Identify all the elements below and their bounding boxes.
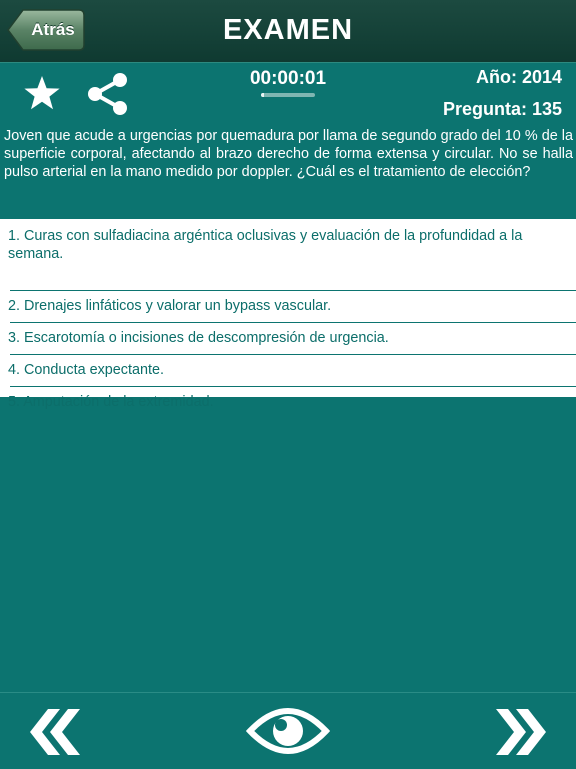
share-icon xyxy=(88,73,127,115)
double-chevron-left-icon xyxy=(30,709,80,755)
page-title: EXAMEN xyxy=(222,14,354,46)
answer-option-label: 5. Amputación de la extremidad. xyxy=(8,394,214,410)
answer-option-label: 1. Curas con sulfadiacina argéntica oclu… xyxy=(8,228,523,262)
next-question-button[interactable] xyxy=(494,705,556,759)
navigation-bar: Atrás EXAMEN xyxy=(0,0,576,63)
timer-progress-bar xyxy=(261,93,315,97)
back-button-label: Atrás xyxy=(31,20,75,39)
answer-options-list: 1. Curas con sulfadiacina argéntica oclu… xyxy=(0,219,576,410)
answer-option-label: 3. Escarotomía o incisiones de descompre… xyxy=(8,330,389,346)
back-button[interactable]: Atrás xyxy=(7,8,85,52)
question-toolbar: 00:00:01 Año: 2014 Pregunta: 135 xyxy=(0,63,576,123)
answer-option-2[interactable]: 2. Drenajes linfáticos y valorar un bypa… xyxy=(0,291,576,323)
answer-option-label: 4. Conducta expectante. xyxy=(8,362,165,378)
answer-option-label: 2. Drenajes linfáticos y valorar un bypa… xyxy=(8,298,332,314)
star-icon xyxy=(24,76,60,110)
answer-option-1[interactable]: 1. Curas con sulfadiacina argéntica oclu… xyxy=(0,219,576,291)
reveal-answer-button[interactable] xyxy=(245,701,331,761)
favorite-button[interactable] xyxy=(22,73,62,113)
answer-option-4[interactable]: 4. Conducta expectante. xyxy=(0,355,576,387)
eye-icon xyxy=(245,708,331,754)
double-chevron-right-icon xyxy=(496,709,546,755)
timer: 00:00:01 xyxy=(249,68,327,89)
question-text: Joven que acude a urgencias por quemadur… xyxy=(4,128,573,180)
share-button[interactable] xyxy=(84,70,132,118)
exam-year: Año: 2014 xyxy=(475,67,562,87)
answer-option-5[interactable]: 5. Amputación de la extremidad. xyxy=(0,387,576,419)
previous-question-button[interactable] xyxy=(20,705,82,759)
timer-progress-fill xyxy=(261,93,264,97)
bottom-navigation-bar xyxy=(0,692,576,769)
question-number: Pregunta: 135 xyxy=(442,99,562,119)
answer-option-3[interactable]: 3. Escarotomía o incisiones de descompre… xyxy=(0,323,576,355)
